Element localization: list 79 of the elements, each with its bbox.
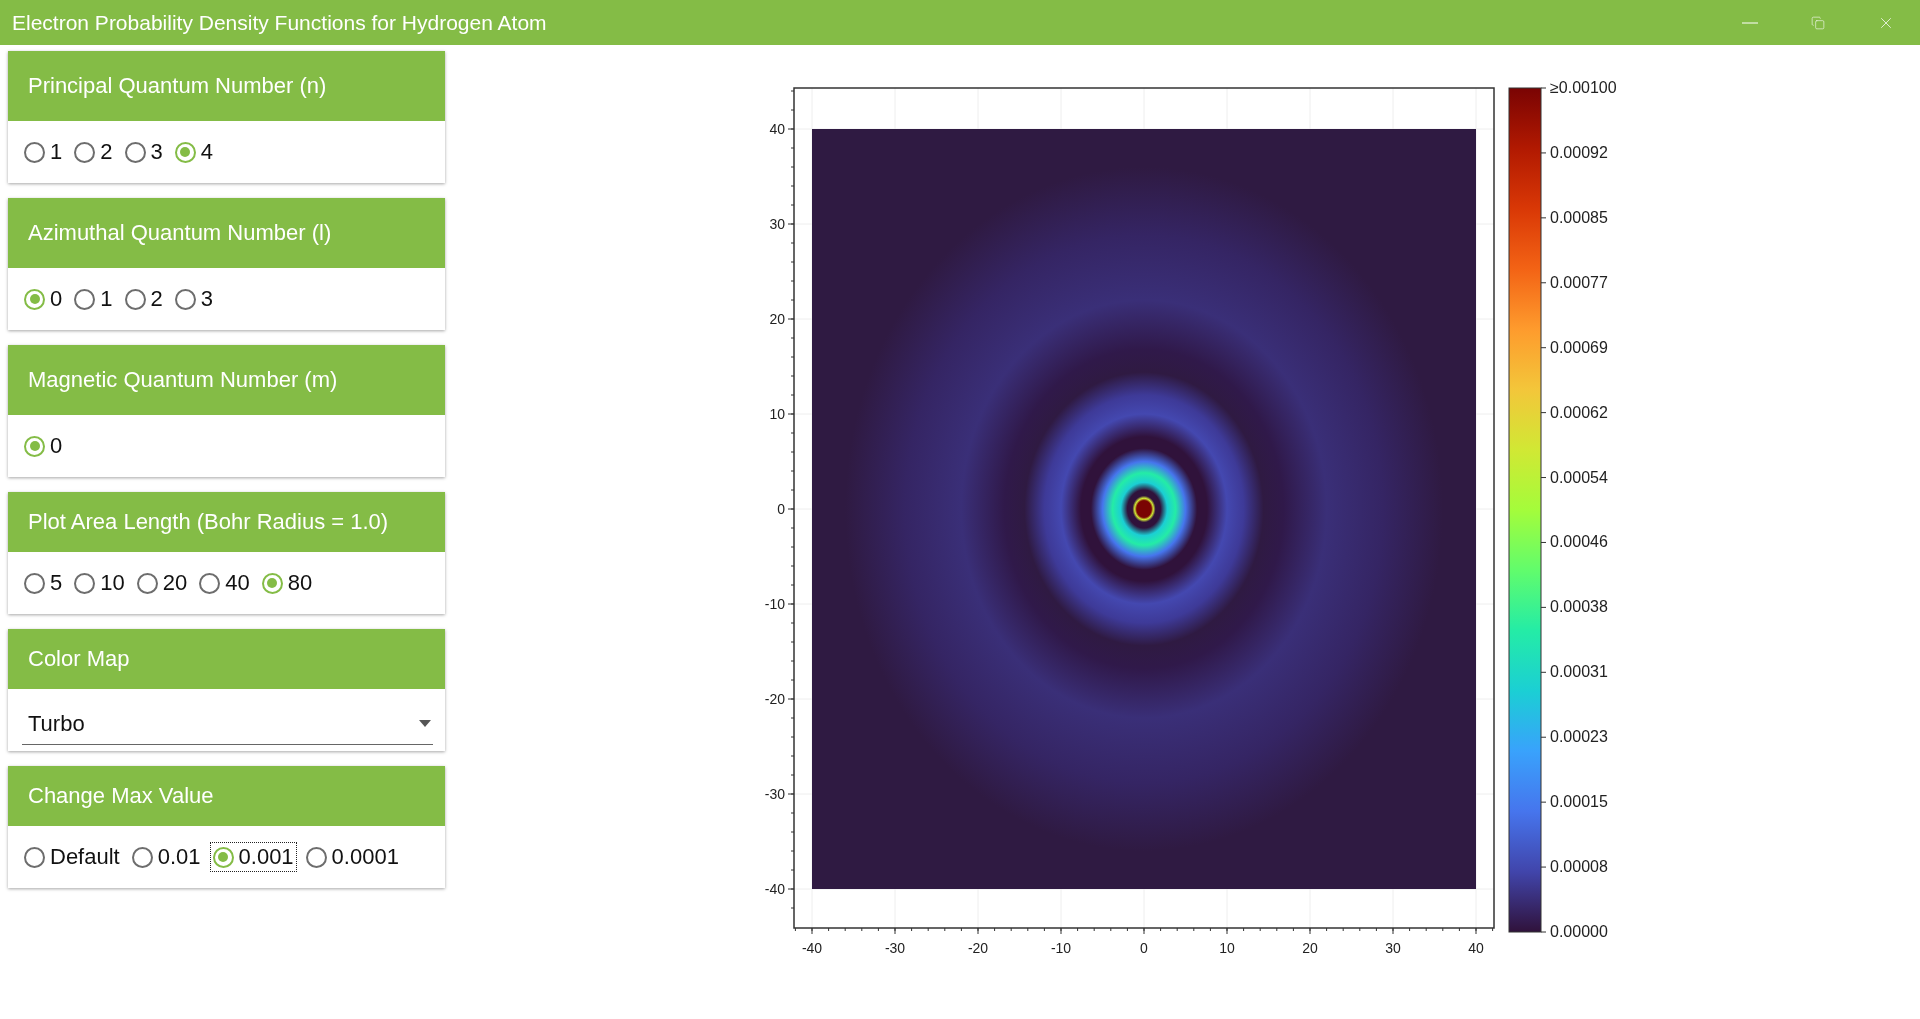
colorbar-label: 0.00085 [1550, 208, 1608, 226]
radio-button[interactable] [24, 846, 45, 868]
radio-label: 0 [50, 286, 63, 312]
radio-button[interactable] [74, 288, 96, 310]
radio-label: 80 [287, 570, 313, 596]
radio-label: 1 [100, 286, 113, 312]
axis-tick-label: 10 [769, 406, 785, 422]
radio-button[interactable] [305, 846, 327, 868]
caret-icon [419, 719, 431, 728]
axis-tick-label: -40 [764, 881, 785, 897]
window-title: Electron Probability Density Functions for Hydrogen Atom [12, 10, 548, 35]
radio-button[interactable] [24, 141, 45, 163]
colorbar-label: 0.00023 [1550, 728, 1608, 746]
axis-tick-label: -30 [884, 940, 906, 956]
radio-button[interactable] [74, 141, 96, 163]
minimize-icon [1742, 21, 1758, 24]
colorbar-label: 0.00015 [1550, 793, 1608, 811]
axis-tick-label: -20 [764, 691, 785, 707]
radio-label: 0.01 [157, 844, 201, 870]
axis-tick-label: 20 [769, 311, 785, 327]
axis-tick-label: 20 [1302, 940, 1318, 956]
colorbar-label: 0.00046 [1550, 533, 1608, 551]
radio-button[interactable] [174, 141, 196, 163]
axis-tick-label: 10 [1219, 940, 1235, 956]
card-header: Principal Quantum Number (n) [8, 51, 445, 121]
axis-tick-label: 40 [1468, 940, 1484, 956]
radio-button[interactable] [131, 846, 153, 868]
card-header: Magnetic Quantum Number (m) [8, 345, 445, 415]
colorbar-label: 0.00054 [1550, 468, 1608, 486]
radio-label: 5 [50, 570, 63, 596]
radio-label: 40 [225, 570, 250, 596]
radio-label: Default [50, 844, 120, 870]
axis-tick-label: 40 [769, 121, 785, 137]
radio-button[interactable] [199, 572, 221, 594]
radio-button[interactable] [174, 288, 196, 310]
axis-tick-label: -30 [764, 786, 785, 802]
colorbar-label: 0.00000 [1550, 923, 1608, 940]
radio-button[interactable] [124, 141, 146, 163]
colorbar-label: 0.00062 [1550, 403, 1608, 421]
colorbar-label: 0.00077 [1550, 273, 1608, 291]
card-header: Color Map [8, 629, 445, 689]
radio-button[interactable] [136, 572, 158, 594]
radio-label: 3 [200, 286, 213, 312]
axis-tick-label: -40 [801, 940, 823, 956]
radio-button[interactable] [24, 288, 45, 310]
radio-button[interactable] [261, 572, 283, 594]
colorbar-label: 0.00008 [1550, 858, 1608, 876]
radio-button[interactable] [212, 846, 234, 868]
radio-label: 0.0001 [331, 844, 399, 870]
radio-label: 0.001 [238, 844, 294, 870]
radio-button[interactable] [74, 572, 96, 594]
radio-label: 1 [50, 139, 63, 165]
radio-label: 20 [162, 570, 188, 596]
radio-label: 2 [100, 139, 113, 165]
axis-tick-label: 0 [777, 501, 785, 517]
radio-label: 0 [50, 433, 63, 459]
radio-label: 4 [200, 139, 213, 165]
radio-label: 10 [100, 570, 125, 596]
card-header: Azimuthal Quantum Number (l) [8, 198, 445, 268]
card-header: Change Max Value [8, 766, 445, 826]
colorbar-label: 0.00069 [1550, 338, 1608, 356]
color-map-dropdown[interactable]: Turbo [22, 703, 433, 745]
axis-tick-label: -10 [1050, 940, 1072, 956]
axis-tick-label: -20 [967, 940, 989, 956]
colorbar-label: 0.00092 [1550, 143, 1608, 161]
axis-tick-label: 0 [1140, 940, 1148, 956]
card-header: Plot Area Length (Bohr Radius = 1.0) [8, 492, 445, 552]
colorbar-label: ≥0.00100 [1550, 79, 1617, 96]
radio-button[interactable] [124, 288, 146, 310]
axis-tick-label: -10 [764, 596, 785, 612]
radio-button[interactable] [24, 572, 45, 594]
colorbar-label: 0.00038 [1550, 598, 1608, 616]
axis-tick-label: 30 [769, 216, 785, 232]
colorbar-label: 0.00031 [1550, 663, 1608, 681]
restore-icon [1811, 15, 1825, 30]
axis-tick-label: 30 [1385, 940, 1401, 956]
radio-label: 2 [150, 286, 163, 312]
radio-label: 3 [150, 139, 163, 165]
radio-button[interactable] [24, 435, 45, 457]
